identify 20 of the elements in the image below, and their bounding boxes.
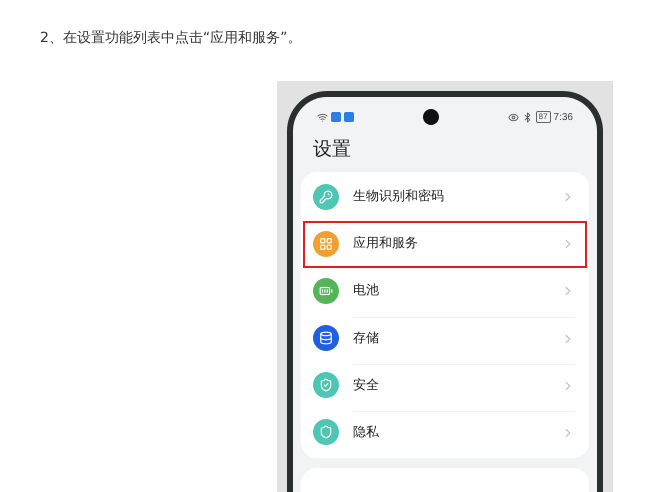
item-label: 电池 bbox=[353, 282, 380, 300]
settings-item[interactable]: 生物识别和密码 bbox=[303, 174, 587, 220]
settings-item[interactable]: 隐私 bbox=[303, 408, 587, 456]
settings-item[interactable]: 安全 bbox=[303, 362, 587, 408]
settings-item[interactable]: 存储 bbox=[303, 314, 587, 362]
item-label: 存储 bbox=[353, 330, 380, 348]
settings-item[interactable]: 应用和服务 bbox=[303, 220, 587, 268]
status-time: 7:36 bbox=[554, 110, 573, 124]
battery-indicator: 87 bbox=[536, 111, 551, 123]
item-label: 应用和服务 bbox=[353, 235, 419, 254]
item-label: 生物识别和密码 bbox=[353, 188, 445, 206]
eye-icon bbox=[508, 112, 519, 122]
instruction-text: 2、在设置功能列表中点击“应用和服务”。 bbox=[40, 29, 302, 48]
item-label: 隐私 bbox=[353, 424, 380, 442]
camera-icon bbox=[422, 109, 439, 125]
screen-title: 设置 bbox=[312, 137, 352, 162]
item-label: 安全 bbox=[353, 376, 380, 395]
wifi-icon bbox=[317, 112, 328, 122]
settings-item[interactable]: 电池 bbox=[303, 268, 587, 314]
bluetooth-icon bbox=[522, 112, 533, 122]
